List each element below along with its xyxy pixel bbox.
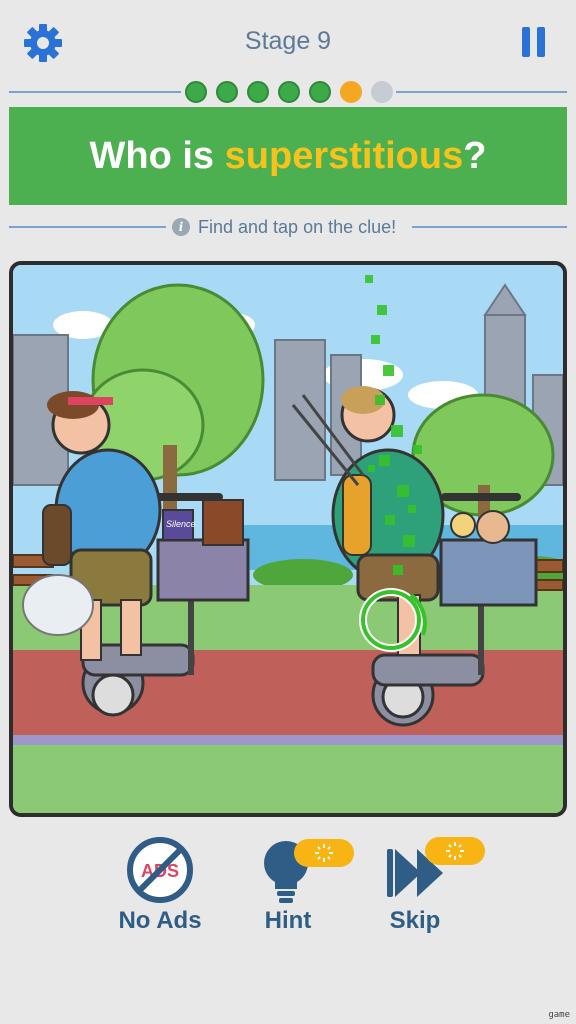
video-ad-icon [446, 842, 464, 860]
no-ads-button[interactable]: ADS No Ads [90, 835, 230, 945]
progress-dot [371, 81, 393, 103]
question-text: Who is superstitious? [90, 135, 487, 178]
pause-icon [522, 27, 530, 57]
no-ads-icon: ADS [127, 837, 193, 903]
skip-label: Skip [389, 907, 441, 934]
hint-button[interactable]: Hint [218, 835, 358, 945]
action-bar: ADS No Ads Hint [0, 835, 576, 945]
scene-illustration: Silence [13, 265, 563, 813]
skip-button[interactable]: Skip [345, 835, 485, 945]
skip-ad-badge [425, 837, 485, 865]
instruction-line-right [412, 226, 567, 228]
hint-label: Hint [264, 907, 312, 934]
pause-icon-bar [537, 27, 545, 57]
progress-dot [309, 81, 331, 103]
watermark: game [548, 1010, 570, 1020]
instruction: i Find and tap on the clue! [166, 216, 403, 238]
stage-title: Stage 9 [244, 27, 332, 55]
instruction-line-left [9, 226, 167, 228]
sticker-text: Silence [166, 519, 196, 529]
question-banner: Who is superstitious? [9, 107, 567, 205]
puzzle-scene[interactable]: Silence [9, 261, 567, 817]
question-highlight: superstitious [224, 134, 464, 177]
question-suffix: ? [463, 134, 487, 177]
progress-dot [278, 81, 300, 103]
instruction-row: i Find and tap on the clue! [0, 212, 576, 242]
no-ads-label: No Ads [118, 907, 202, 934]
stage-progress [0, 80, 576, 104]
info-icon: i [172, 218, 190, 236]
instruction-text: Find and tap on the clue! [198, 216, 397, 237]
progress-dot [340, 81, 362, 103]
progress-dot [185, 81, 207, 103]
progress-dot [247, 81, 269, 103]
question-prefix: Who is [89, 134, 225, 177]
pause-button[interactable] [522, 27, 546, 57]
top-bar: Stage 9 [0, 0, 576, 80]
progress-dot [216, 81, 238, 103]
